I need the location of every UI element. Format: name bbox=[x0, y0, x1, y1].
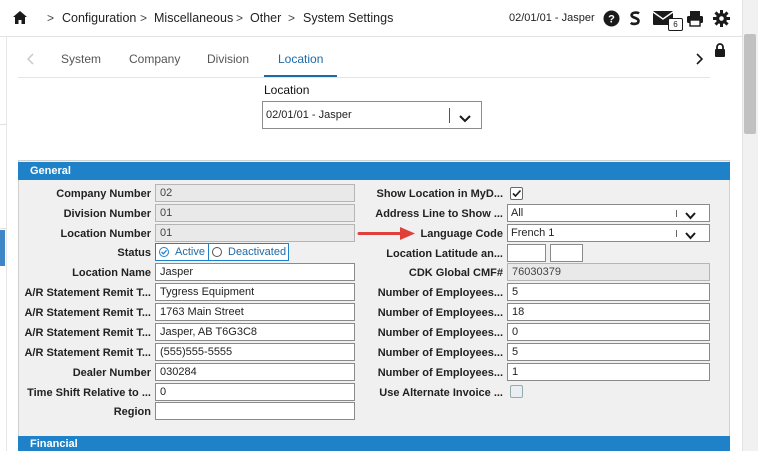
breadcrumb-separator: > bbox=[288, 11, 296, 25]
ar-remit-1-field[interactable]: Tygress Equipment bbox=[155, 283, 355, 301]
employees-4-label: Number of Employees... bbox=[377, 347, 503, 359]
lat-long-label: Location Latitude an... bbox=[386, 248, 503, 260]
chevron-down-icon[interactable] bbox=[459, 112, 471, 126]
home-icon[interactable] bbox=[13, 11, 27, 24]
division-number-label: Division Number bbox=[63, 208, 151, 220]
ar-remit-2-label: A/R Statement Remit T... bbox=[24, 307, 151, 319]
select-divider bbox=[676, 230, 677, 237]
status-label: Status bbox=[117, 247, 151, 259]
employees-5-field[interactable]: 1 bbox=[507, 363, 710, 381]
alt-invoice-label: Use Alternate Invoice ... bbox=[379, 387, 503, 399]
context-label: 02/01/01 - Jasper bbox=[509, 12, 595, 24]
tab-division[interactable]: Division bbox=[207, 52, 249, 66]
dollar-icon[interactable] bbox=[628, 9, 642, 27]
status-deactivated-radio[interactable] bbox=[212, 247, 222, 257]
address-line-value: All bbox=[511, 207, 524, 219]
rail-divider bbox=[0, 228, 6, 229]
breadcrumb-configuration[interactable]: Configuration bbox=[62, 11, 136, 25]
employees-2-field[interactable]: 18 bbox=[507, 303, 710, 321]
division-number-field: 01 bbox=[155, 204, 355, 222]
location-name-field[interactable]: Jasper bbox=[155, 263, 355, 281]
dealer-number-field[interactable]: 030284 bbox=[155, 363, 355, 381]
status-divider bbox=[208, 243, 209, 261]
location-number-label: Location Number bbox=[60, 228, 151, 240]
region-label: Region bbox=[113, 406, 151, 418]
printer-icon[interactable] bbox=[686, 9, 704, 27]
ar-remit-4-label: A/R Statement Remit T... bbox=[24, 347, 151, 359]
dealer-number-label: Dealer Number bbox=[72, 367, 151, 379]
rail-divider bbox=[0, 124, 6, 125]
employees-5-label: Number of Employees... bbox=[377, 367, 503, 379]
company-number-label: Company Number bbox=[56, 188, 151, 200]
tab-company[interactable]: Company bbox=[129, 52, 180, 66]
breadcrumb-separator: > bbox=[236, 11, 244, 25]
status-deactivated-label[interactable]: Deactivated bbox=[228, 246, 286, 258]
ar-remit-1-label: A/R Statement Remit T... bbox=[24, 287, 151, 299]
status-active-radio[interactable] bbox=[159, 247, 169, 257]
section-general-header[interactable]: General bbox=[18, 162, 730, 180]
cdk-global-label: CDK Global CMF# bbox=[408, 267, 503, 279]
mail-count-badge: 6 bbox=[668, 18, 683, 31]
ar-remit-2-field[interactable]: 1763 Main Street bbox=[155, 303, 355, 321]
time-shift-field[interactable]: 0 bbox=[155, 383, 355, 401]
ar-remit-4-field[interactable]: (555)555-5555 bbox=[155, 343, 355, 361]
location-name-label: Location Name bbox=[72, 267, 151, 279]
employees-3-label: Number of Employees... bbox=[377, 327, 503, 339]
breadcrumb-miscellaneous[interactable]: Miscellaneous bbox=[154, 11, 233, 25]
chevron-down-icon[interactable] bbox=[685, 209, 696, 223]
region-field[interactable] bbox=[155, 402, 355, 420]
ar-remit-3-label: A/R Statement Remit T... bbox=[24, 327, 151, 339]
employees-1-field[interactable]: 5 bbox=[507, 283, 710, 301]
help-icon[interactable]: ? bbox=[602, 9, 620, 27]
tab-scroll-right-icon[interactable] bbox=[695, 53, 704, 68]
tabs-rule bbox=[18, 77, 710, 78]
location-number-field: 01 bbox=[155, 224, 355, 242]
location-select-value: 02/01/01 - Jasper bbox=[266, 109, 352, 121]
tab-scroll-left-icon[interactable] bbox=[26, 53, 35, 68]
tab-location[interactable]: Location bbox=[278, 52, 323, 66]
show-location-label: Show Location in MyD... bbox=[376, 188, 504, 200]
section-financial-header[interactable]: Financial bbox=[18, 436, 730, 451]
annotation-arrow-icon bbox=[357, 225, 417, 244]
tab-active-underline bbox=[264, 75, 337, 77]
rail-active-marker bbox=[0, 230, 5, 266]
scrollbar-thumb[interactable] bbox=[744, 34, 756, 134]
select-divider bbox=[449, 108, 450, 123]
chevron-down-icon[interactable] bbox=[685, 229, 696, 243]
location-picker-label: Location bbox=[264, 83, 310, 97]
company-number-field: 02 bbox=[155, 184, 355, 202]
employees-3-field[interactable]: 0 bbox=[507, 323, 710, 341]
svg-text:?: ? bbox=[608, 13, 615, 25]
breadcrumb-separator: > bbox=[47, 11, 55, 25]
cdk-global-field: 76030379 bbox=[507, 263, 710, 281]
employees-2-label: Number of Employees... bbox=[377, 307, 503, 319]
tab-system[interactable]: System bbox=[61, 52, 101, 66]
alt-invoice-checkbox[interactable] bbox=[510, 385, 523, 398]
status-active-label[interactable]: Active bbox=[175, 246, 205, 258]
language-code-value: French 1 bbox=[511, 227, 555, 239]
employees-1-label: Number of Employees... bbox=[377, 287, 503, 299]
time-shift-label: Time Shift Relative to ... bbox=[27, 387, 151, 399]
employees-4-field[interactable]: 5 bbox=[507, 343, 710, 361]
gear-icon[interactable] bbox=[712, 9, 730, 27]
breadcrumb-system-settings: System Settings bbox=[303, 11, 394, 25]
select-divider bbox=[676, 210, 677, 217]
show-location-checkbox[interactable] bbox=[510, 187, 523, 200]
breadcrumb-other[interactable]: Other bbox=[250, 11, 281, 25]
latitude-field[interactable] bbox=[507, 244, 546, 262]
address-line-select[interactable] bbox=[507, 204, 710, 222]
lock-icon[interactable] bbox=[714, 43, 726, 60]
breadcrumb-separator: > bbox=[140, 11, 148, 25]
ar-remit-3-field[interactable]: Jasper, AB T6G3C8 bbox=[155, 323, 355, 341]
address-line-label: Address Line to Show ... bbox=[375, 208, 503, 220]
longitude-field[interactable] bbox=[550, 244, 583, 262]
